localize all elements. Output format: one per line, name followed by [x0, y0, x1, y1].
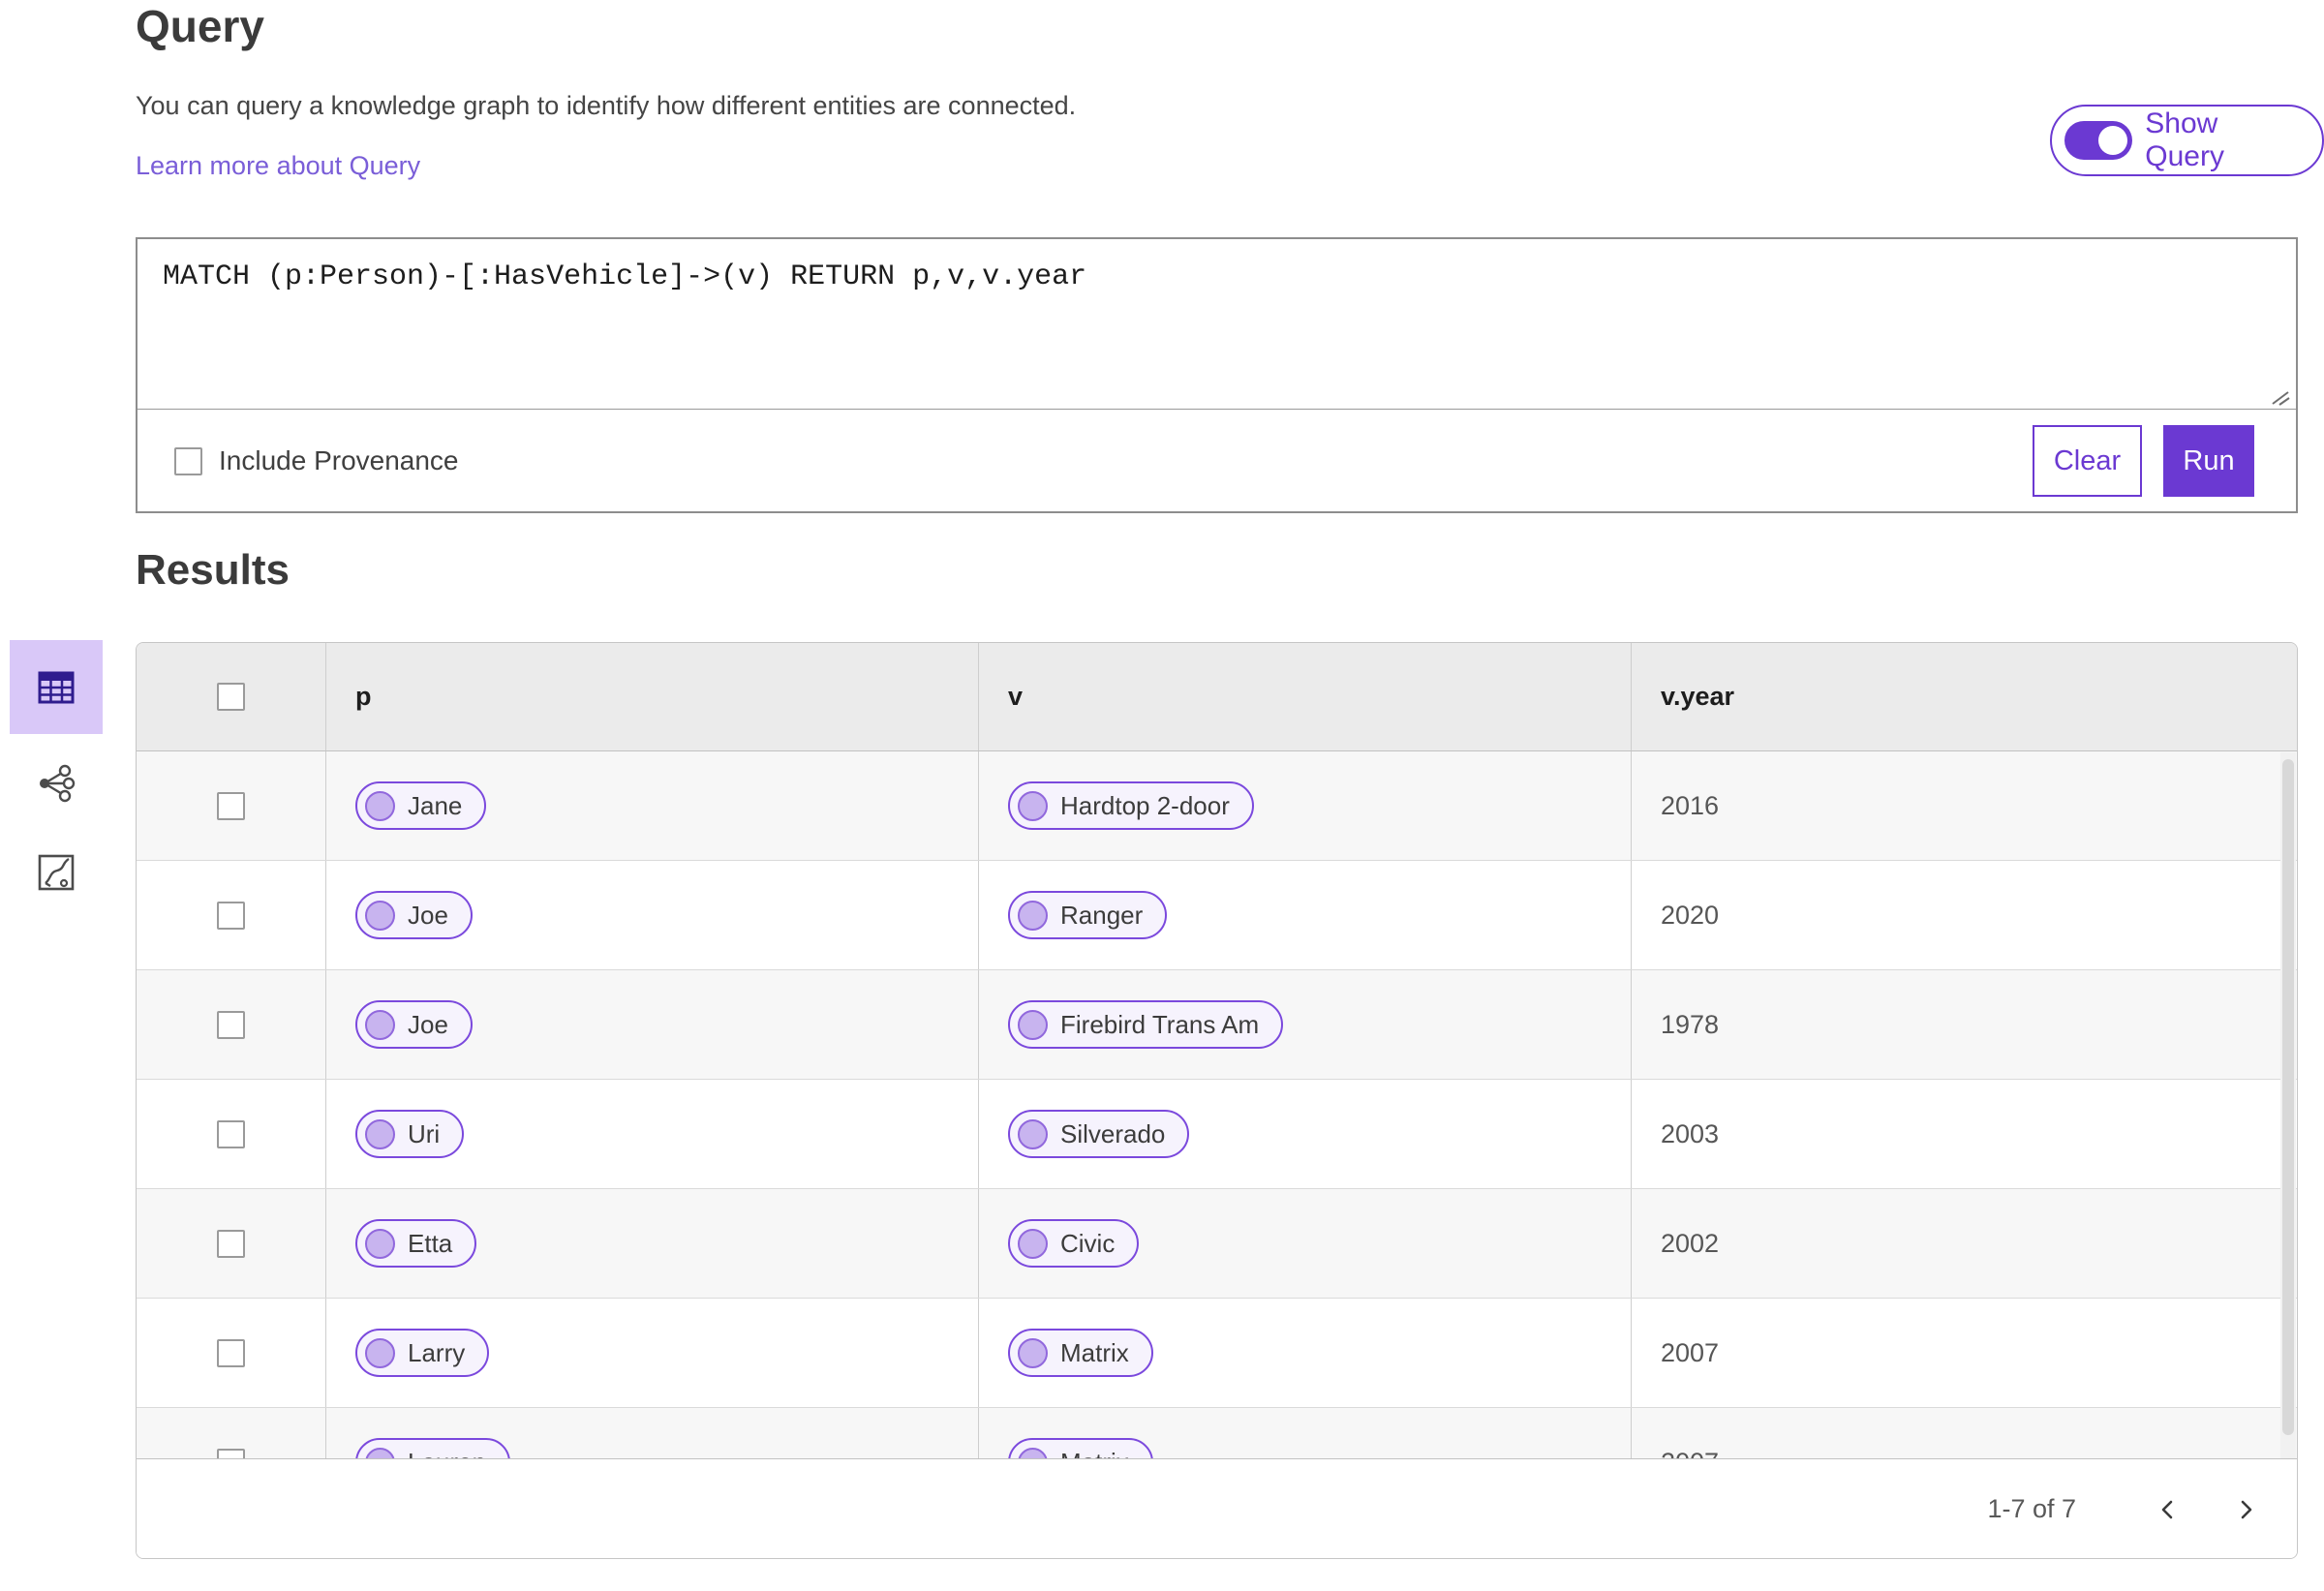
entity-node-icon [365, 1337, 395, 1368]
entity-node-icon [1018, 790, 1048, 821]
entity-label: Civic [1060, 1228, 1116, 1258]
entity-label: Etta [408, 1228, 453, 1258]
entity-label: Joe [408, 900, 448, 930]
entity-pill-person[interactable]: Uri [355, 1110, 465, 1158]
year-value: 1978 [1661, 1009, 1720, 1039]
year-value: 2002 [1661, 1228, 1720, 1258]
entity-label: Ranger [1060, 900, 1144, 930]
row-checkbox[interactable] [217, 1010, 245, 1039]
results-table: p v v.year Jane Hardtop 2-door 2016 Joe [136, 642, 2298, 1559]
chevron-right-icon [2241, 1500, 2252, 1518]
year-value: 2007 [1661, 1337, 1720, 1367]
query-editor-panel: MATCH (p:Person)-[:HasVehicle]->(v) RETU… [136, 237, 2298, 513]
row-checkbox[interactable] [217, 1338, 245, 1367]
query-input[interactable]: MATCH (p:Person)-[:HasVehicle]->(v) RETU… [138, 239, 2296, 410]
row-checkbox[interactable] [217, 1119, 245, 1148]
resize-handle-icon[interactable] [2269, 384, 2290, 406]
entity-label: Hardtop 2-door [1060, 790, 1230, 820]
clear-button[interactable]: Clear [2033, 425, 2142, 497]
entity-node-icon [365, 790, 395, 821]
entity-label: Joe [408, 1009, 448, 1039]
entity-pill-vehicle[interactable]: Firebird Trans Am [1008, 1000, 1284, 1049]
entity-pill-person[interactable]: Joe [355, 891, 473, 939]
table-header-row: p v v.year [137, 643, 2297, 751]
entity-label: Firebird Trans Am [1060, 1009, 1260, 1039]
sidebar-item-map-view[interactable] [36, 852, 76, 893]
entity-pill-vehicle[interactable]: Civic [1008, 1219, 1140, 1268]
table-view-icon [38, 671, 75, 703]
graph-view-icon [40, 764, 76, 803]
entity-label: Matrix [1060, 1337, 1129, 1367]
table-row: Larry Matrix 2007 [137, 1299, 2297, 1408]
entity-pill-person[interactable]: Etta [355, 1219, 477, 1268]
table-row: Joe Firebird Trans Am 1978 [137, 970, 2297, 1080]
map-view-icon [38, 854, 75, 891]
scrollbar-thumb[interactable] [2282, 759, 2294, 1435]
query-toolbar: Include Provenance Clear Run [138, 410, 2296, 512]
table-body: Jane Hardtop 2-door 2016 Joe Ranger 2020 [137, 751, 2297, 1517]
pagination-range: 1-7 of 7 [1987, 1494, 2076, 1523]
row-checkbox[interactable] [217, 901, 245, 930]
column-header-p: p [355, 682, 372, 711]
table-row: Joe Ranger 2020 [137, 861, 2297, 970]
entity-pill-vehicle[interactable]: Silverado [1008, 1110, 1190, 1158]
entity-pill-vehicle[interactable]: Matrix [1008, 1329, 1153, 1377]
entity-node-icon [1018, 1118, 1048, 1149]
table-row: Jane Hardtop 2-door 2016 [137, 751, 2297, 861]
table-scrollbar[interactable] [2280, 752, 2296, 1458]
select-all-checkbox[interactable] [217, 683, 245, 711]
pagination-next-button[interactable] [2223, 1487, 2268, 1532]
table-row: Uri Silverado 2003 [137, 1080, 2297, 1189]
entity-pill-vehicle[interactable]: Hardtop 2-door [1008, 781, 1254, 830]
entity-label: Jane [408, 790, 463, 820]
entity-pill-person[interactable]: Jane [355, 781, 487, 830]
entity-node-icon [1018, 900, 1048, 931]
entity-pill-person[interactable]: Joe [355, 1000, 473, 1049]
learn-more-link[interactable]: Learn more about Query [136, 151, 420, 181]
pagination-prev-button[interactable] [2146, 1487, 2190, 1532]
pagination-footer: 1-7 of 7 [137, 1458, 2297, 1558]
show-query-toggle-button[interactable]: Show Query [2050, 105, 2324, 176]
sidebar-item-graph-view[interactable] [36, 763, 76, 804]
entity-label: Uri [408, 1118, 441, 1148]
column-header-v: v [1008, 682, 1024, 711]
include-provenance-checkbox[interactable] [174, 446, 202, 475]
entity-pill-vehicle[interactable]: Ranger [1008, 891, 1168, 939]
year-value: 2020 [1661, 900, 1720, 930]
entity-node-icon [1018, 1009, 1048, 1040]
toggle-switch-on[interactable] [2064, 121, 2133, 160]
entity-node-icon [365, 1228, 395, 1259]
entity-node-icon [365, 900, 395, 931]
table-row: Etta Civic 2002 [137, 1189, 2297, 1299]
chevron-left-icon [2161, 1500, 2173, 1518]
entity-node-icon [365, 1118, 395, 1149]
column-header-v-year: v.year [1661, 682, 1735, 711]
row-checkbox[interactable] [217, 1229, 245, 1258]
year-value: 2016 [1661, 790, 1720, 820]
entity-node-icon [1018, 1337, 1048, 1368]
toggle-knob [2098, 126, 2128, 155]
show-query-label: Show Query [2145, 107, 2224, 172]
year-value: 2003 [1661, 1118, 1720, 1148]
entity-label: Silverado [1060, 1118, 1166, 1148]
page-title: Query [136, 1, 264, 51]
entity-node-icon [1018, 1228, 1048, 1259]
results-title: Results [136, 546, 290, 594]
page-description: You can query a knowledge graph to ident… [136, 91, 1077, 120]
include-provenance-label: Include Provenance [219, 445, 459, 475]
run-button[interactable]: Run [2163, 425, 2254, 497]
entity-label: Larry [408, 1337, 466, 1367]
sidebar-item-table-view[interactable] [10, 640, 103, 734]
entity-node-icon [365, 1009, 395, 1040]
row-checkbox[interactable] [217, 791, 245, 820]
entity-pill-person[interactable]: Larry [355, 1329, 490, 1377]
